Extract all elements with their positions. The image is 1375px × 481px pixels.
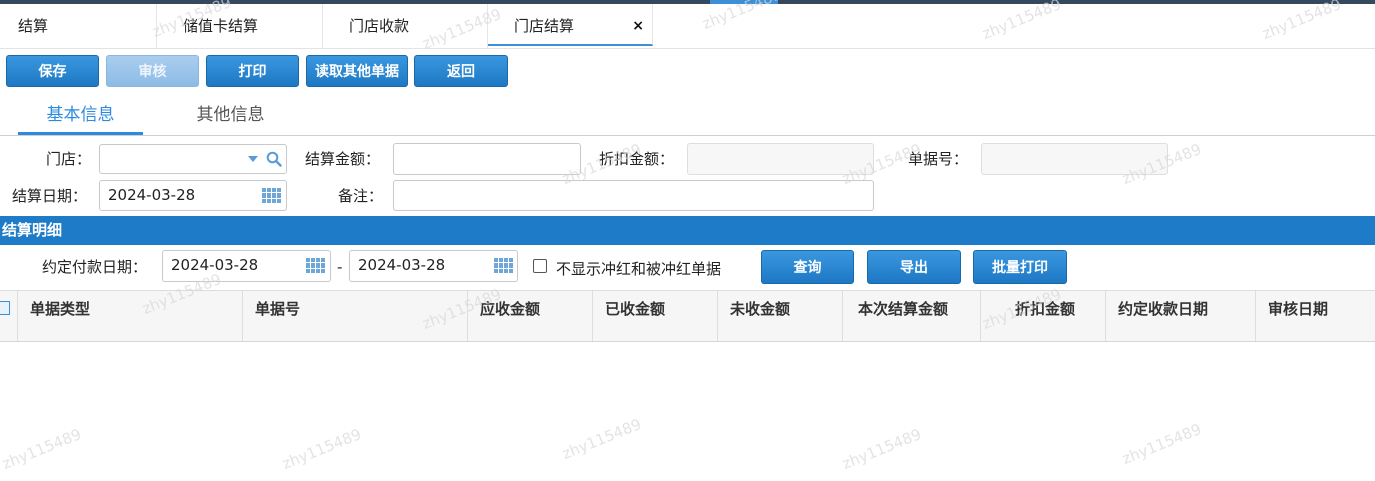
tab-settlement[interactable]: 结算 [0,4,157,48]
store-select[interactable] [99,144,287,174]
chevron-down-icon[interactable] [248,156,258,162]
read-other-documents-button[interactable]: 读取其他单据 [306,55,408,87]
back-button[interactable]: 返回 [414,55,508,87]
query-button[interactable]: 查询 [761,250,854,284]
column-header[interactable]: 单据号 [243,291,468,341]
tab-stored-card-settlement[interactable]: 储值卡结算 [157,4,323,48]
watermark: zhy115489 [279,425,364,473]
date-range-dash: - [337,258,343,276]
store-label: 门店： [46,150,92,168]
watermark: zhy115489 [559,415,644,463]
settlement-date-label: 结算日期： [12,187,88,205]
close-icon[interactable]: × [632,4,644,48]
search-icon[interactable] [266,151,282,167]
document-number-label: 单据号： [908,150,969,168]
select-all-checkbox[interactable] [0,301,10,315]
due-date-to-input[interactable]: 2024-03-28 [349,250,518,282]
remark-input[interactable] [393,180,874,211]
column-header[interactable]: 折扣金额 [981,291,1106,341]
calendar-icon[interactable] [494,258,513,273]
save-button[interactable]: 保存 [6,55,99,87]
due-date-from-value: 2024-03-28 [171,256,259,274]
column-header[interactable]: 约定收款日期 [1106,291,1256,341]
audit-button[interactable]: 审核 [106,55,199,87]
column-header[interactable]: 单据类型 [18,291,243,341]
export-button[interactable]: 导出 [867,250,961,284]
tab-label: 门店收款 [349,17,410,35]
due-date-to-value: 2024-03-28 [358,256,446,274]
discount-amount-label: 折扣金额： [599,150,675,168]
tab-label: 结算 [18,17,49,35]
info-tabs: 基本信息 其他信息 [0,98,1375,136]
tab-basic-info[interactable]: 基本信息 [18,98,143,135]
tab-store-settlement[interactable]: 门店结算 × [488,4,653,46]
print-button[interactable]: 打印 [206,55,299,87]
document-number-input [981,143,1168,175]
settlement-amount-label: 结算金额： [305,150,381,168]
column-header[interactable]: 未收金额 [718,291,843,341]
calendar-icon[interactable] [306,258,325,273]
column-header[interactable]: 应收金额 [468,291,593,341]
settlement-date-value: 2024-03-28 [108,186,196,204]
calendar-icon[interactable] [262,188,281,203]
watermark: zhy115489 [839,425,924,473]
column-header[interactable]: 已收金额 [593,291,718,341]
tab-label: 储值卡结算 [183,17,259,35]
due-date-from-input[interactable]: 2024-03-28 [162,250,331,282]
column-header[interactable]: 本次结算金额 [843,291,981,341]
batch-print-button[interactable]: 批量打印 [973,250,1067,284]
remark-label: 备注： [338,187,384,205]
column-header[interactable]: 审核日期 [1256,291,1375,341]
discount-amount-input [687,143,874,175]
select-all-column [0,291,18,341]
settlement-date-input[interactable]: 2024-03-28 [99,180,287,211]
settlement-detail-header: 结算明细 [0,216,1375,245]
hide-red-label: 不显示冲红和被冲红单据 [556,260,722,278]
watermark: zhy115489 [0,425,84,473]
tab-store-receipt[interactable]: 门店收款 [323,4,488,48]
due-date-label: 约定付款日期： [42,258,148,276]
tab-other-info[interactable]: 其他信息 [168,98,293,133]
tab-label: 门店结算 [514,17,575,35]
watermark: zhy115489 [1119,420,1204,468]
document-tabs: 结算 储值卡结算 门店收款 门店结算 × [0,4,1375,49]
settlement-amount-input[interactable] [393,143,581,175]
hide-red-checkbox[interactable] [533,259,547,273]
detail-table-header: 单据类型 单据号 应收金额 已收金额 未收金额 本次结算金额 折扣金额 约定收款… [0,290,1375,342]
